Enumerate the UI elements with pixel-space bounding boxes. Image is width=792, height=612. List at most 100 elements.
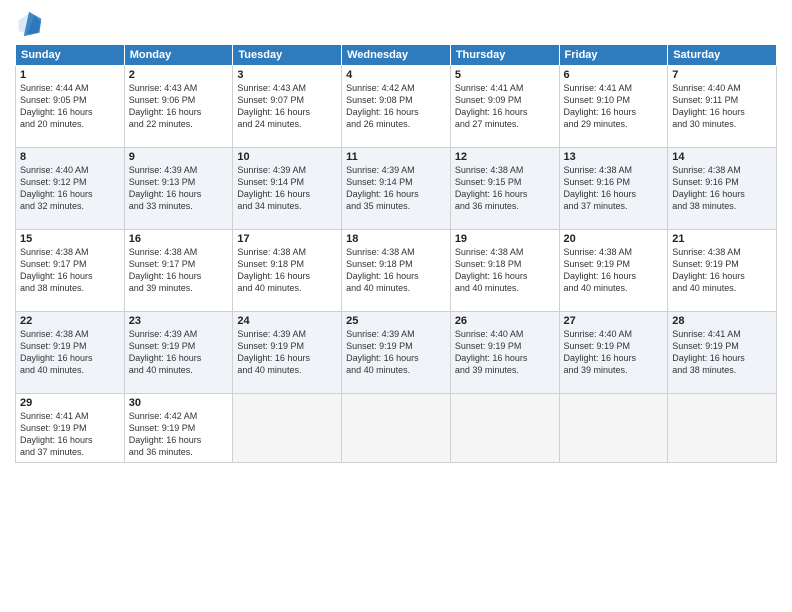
day-info: Sunrise: 4:41 AMSunset: 9:09 PMDaylight:… xyxy=(455,82,555,131)
col-monday: Monday xyxy=(124,45,233,66)
day-info: Sunrise: 4:39 AMSunset: 9:14 PMDaylight:… xyxy=(237,164,337,213)
day-number: 17 xyxy=(237,233,337,245)
day-info: Sunrise: 4:38 AMSunset: 9:18 PMDaylight:… xyxy=(455,246,555,295)
logo-icon xyxy=(15,10,43,38)
table-row: 15Sunrise: 4:38 AMSunset: 9:17 PMDayligh… xyxy=(16,230,125,312)
day-info: Sunrise: 4:40 AMSunset: 9:19 PMDaylight:… xyxy=(564,328,664,377)
day-info: Sunrise: 4:41 AMSunset: 9:19 PMDaylight:… xyxy=(20,410,120,459)
table-row xyxy=(559,394,668,463)
day-number: 29 xyxy=(20,397,120,409)
day-info: Sunrise: 4:38 AMSunset: 9:16 PMDaylight:… xyxy=(672,164,772,213)
calendar-week-row: 15Sunrise: 4:38 AMSunset: 9:17 PMDayligh… xyxy=(16,230,777,312)
day-info: Sunrise: 4:44 AMSunset: 9:05 PMDaylight:… xyxy=(20,82,120,131)
day-info: Sunrise: 4:39 AMSunset: 9:13 PMDaylight:… xyxy=(129,164,229,213)
table-row: 12Sunrise: 4:38 AMSunset: 9:15 PMDayligh… xyxy=(450,148,559,230)
table-row: 24Sunrise: 4:39 AMSunset: 9:19 PMDayligh… xyxy=(233,312,342,394)
table-row: 28Sunrise: 4:41 AMSunset: 9:19 PMDayligh… xyxy=(668,312,777,394)
day-info: Sunrise: 4:42 AMSunset: 9:19 PMDaylight:… xyxy=(129,410,229,459)
day-info: Sunrise: 4:38 AMSunset: 9:18 PMDaylight:… xyxy=(346,246,446,295)
page: Sunday Monday Tuesday Wednesday Thursday… xyxy=(0,0,792,612)
day-info: Sunrise: 4:39 AMSunset: 9:19 PMDaylight:… xyxy=(346,328,446,377)
table-row: 5Sunrise: 4:41 AMSunset: 9:09 PMDaylight… xyxy=(450,66,559,148)
day-info: Sunrise: 4:41 AMSunset: 9:10 PMDaylight:… xyxy=(564,82,664,131)
day-number: 6 xyxy=(564,69,664,81)
day-info: Sunrise: 4:39 AMSunset: 9:19 PMDaylight:… xyxy=(129,328,229,377)
day-info: Sunrise: 4:39 AMSunset: 9:14 PMDaylight:… xyxy=(346,164,446,213)
day-number: 8 xyxy=(20,151,120,163)
day-number: 19 xyxy=(455,233,555,245)
day-number: 30 xyxy=(129,397,229,409)
day-number: 3 xyxy=(237,69,337,81)
table-row: 4Sunrise: 4:42 AMSunset: 9:08 PMDaylight… xyxy=(342,66,451,148)
table-row: 23Sunrise: 4:39 AMSunset: 9:19 PMDayligh… xyxy=(124,312,233,394)
day-number: 25 xyxy=(346,315,446,327)
day-number: 10 xyxy=(237,151,337,163)
table-row: 1Sunrise: 4:44 AMSunset: 9:05 PMDaylight… xyxy=(16,66,125,148)
day-number: 22 xyxy=(20,315,120,327)
day-info: Sunrise: 4:38 AMSunset: 9:17 PMDaylight:… xyxy=(129,246,229,295)
day-number: 24 xyxy=(237,315,337,327)
calendar-week-row: 22Sunrise: 4:38 AMSunset: 9:19 PMDayligh… xyxy=(16,312,777,394)
table-row: 9Sunrise: 4:39 AMSunset: 9:13 PMDaylight… xyxy=(124,148,233,230)
day-info: Sunrise: 4:41 AMSunset: 9:19 PMDaylight:… xyxy=(672,328,772,377)
day-number: 4 xyxy=(346,69,446,81)
logo xyxy=(15,10,47,38)
table-row: 19Sunrise: 4:38 AMSunset: 9:18 PMDayligh… xyxy=(450,230,559,312)
day-info: Sunrise: 4:40 AMSunset: 9:12 PMDaylight:… xyxy=(20,164,120,213)
table-row: 29Sunrise: 4:41 AMSunset: 9:19 PMDayligh… xyxy=(16,394,125,463)
day-number: 1 xyxy=(20,69,120,81)
table-row: 10Sunrise: 4:39 AMSunset: 9:14 PMDayligh… xyxy=(233,148,342,230)
calendar-header-row: Sunday Monday Tuesday Wednesday Thursday… xyxy=(16,45,777,66)
day-number: 9 xyxy=(129,151,229,163)
day-number: 28 xyxy=(672,315,772,327)
day-number: 20 xyxy=(564,233,664,245)
col-sunday: Sunday xyxy=(16,45,125,66)
table-row xyxy=(668,394,777,463)
table-row: 26Sunrise: 4:40 AMSunset: 9:19 PMDayligh… xyxy=(450,312,559,394)
day-info: Sunrise: 4:43 AMSunset: 9:07 PMDaylight:… xyxy=(237,82,337,131)
day-info: Sunrise: 4:38 AMSunset: 9:19 PMDaylight:… xyxy=(564,246,664,295)
day-number: 7 xyxy=(672,69,772,81)
day-info: Sunrise: 4:39 AMSunset: 9:19 PMDaylight:… xyxy=(237,328,337,377)
table-row xyxy=(342,394,451,463)
day-info: Sunrise: 4:38 AMSunset: 9:18 PMDaylight:… xyxy=(237,246,337,295)
table-row xyxy=(233,394,342,463)
day-number: 11 xyxy=(346,151,446,163)
day-number: 15 xyxy=(20,233,120,245)
table-row: 20Sunrise: 4:38 AMSunset: 9:19 PMDayligh… xyxy=(559,230,668,312)
day-info: Sunrise: 4:38 AMSunset: 9:16 PMDaylight:… xyxy=(564,164,664,213)
day-number: 18 xyxy=(346,233,446,245)
col-tuesday: Tuesday xyxy=(233,45,342,66)
day-info: Sunrise: 4:43 AMSunset: 9:06 PMDaylight:… xyxy=(129,82,229,131)
calendar-table: Sunday Monday Tuesday Wednesday Thursday… xyxy=(15,44,777,463)
header xyxy=(15,10,777,38)
day-info: Sunrise: 4:38 AMSunset: 9:19 PMDaylight:… xyxy=(672,246,772,295)
day-info: Sunrise: 4:40 AMSunset: 9:19 PMDaylight:… xyxy=(455,328,555,377)
day-info: Sunrise: 4:38 AMSunset: 9:19 PMDaylight:… xyxy=(20,328,120,377)
day-number: 27 xyxy=(564,315,664,327)
day-number: 5 xyxy=(455,69,555,81)
table-row: 2Sunrise: 4:43 AMSunset: 9:06 PMDaylight… xyxy=(124,66,233,148)
calendar-week-row: 29Sunrise: 4:41 AMSunset: 9:19 PMDayligh… xyxy=(16,394,777,463)
table-row: 30Sunrise: 4:42 AMSunset: 9:19 PMDayligh… xyxy=(124,394,233,463)
table-row xyxy=(450,394,559,463)
table-row: 21Sunrise: 4:38 AMSunset: 9:19 PMDayligh… xyxy=(668,230,777,312)
day-number: 12 xyxy=(455,151,555,163)
table-row: 16Sunrise: 4:38 AMSunset: 9:17 PMDayligh… xyxy=(124,230,233,312)
table-row: 6Sunrise: 4:41 AMSunset: 9:10 PMDaylight… xyxy=(559,66,668,148)
day-number: 13 xyxy=(564,151,664,163)
table-row: 13Sunrise: 4:38 AMSunset: 9:16 PMDayligh… xyxy=(559,148,668,230)
day-info: Sunrise: 4:38 AMSunset: 9:15 PMDaylight:… xyxy=(455,164,555,213)
table-row: 22Sunrise: 4:38 AMSunset: 9:19 PMDayligh… xyxy=(16,312,125,394)
col-wednesday: Wednesday xyxy=(342,45,451,66)
day-info: Sunrise: 4:38 AMSunset: 9:17 PMDaylight:… xyxy=(20,246,120,295)
table-row: 14Sunrise: 4:38 AMSunset: 9:16 PMDayligh… xyxy=(668,148,777,230)
table-row: 11Sunrise: 4:39 AMSunset: 9:14 PMDayligh… xyxy=(342,148,451,230)
day-number: 16 xyxy=(129,233,229,245)
table-row: 7Sunrise: 4:40 AMSunset: 9:11 PMDaylight… xyxy=(668,66,777,148)
table-row: 8Sunrise: 4:40 AMSunset: 9:12 PMDaylight… xyxy=(16,148,125,230)
col-saturday: Saturday xyxy=(668,45,777,66)
day-number: 26 xyxy=(455,315,555,327)
col-friday: Friday xyxy=(559,45,668,66)
col-thursday: Thursday xyxy=(450,45,559,66)
